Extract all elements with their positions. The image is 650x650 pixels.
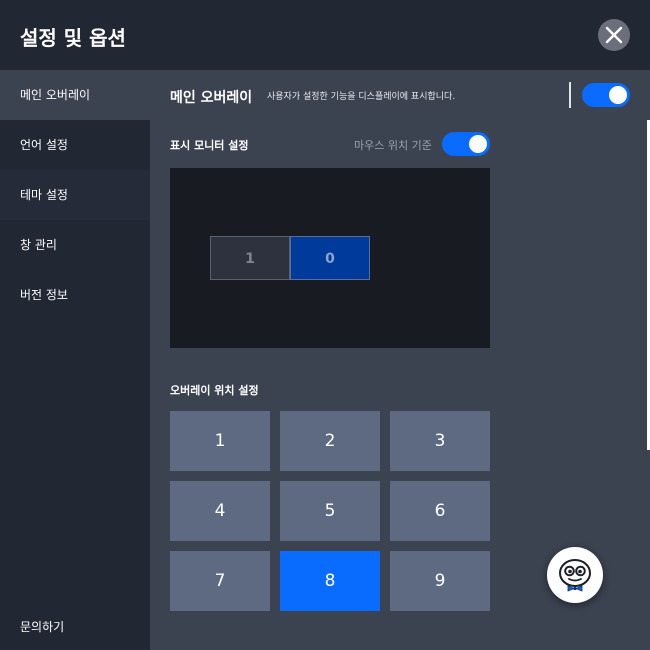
position-button[interactable]: 9 <box>390 551 490 611</box>
sidebar-item-main-overlay[interactable]: 메인 오버레이 <box>0 70 150 120</box>
toggle-knob <box>609 86 627 104</box>
monitor-preview: 1 0 <box>170 168 490 348</box>
monitor-section-label: 표시 모니터 설정 <box>170 139 249 152</box>
position-button[interactable]: 3 <box>390 411 490 471</box>
sidebar-item-contact[interactable]: 문의하기 <box>20 618 64 635</box>
overlay-position-label: 오버레이 위치 설정 <box>170 384 259 397</box>
divider <box>569 82 571 108</box>
monitor-screen-selected[interactable]: 0 <box>290 236 370 280</box>
position-button[interactable]: 1 <box>170 411 270 471</box>
sidebar: 메인 오버레이 언어 설정 테마 설정 창 관리 버전 정보 문의하기 <box>0 70 150 650</box>
page-title: 메인 오버레이 <box>170 90 253 106</box>
assistant-button[interactable] <box>547 547 603 603</box>
title-bar: 설정 및 옵션 <box>0 0 650 70</box>
position-button[interactable]: 5 <box>280 481 380 541</box>
sidebar-item-version[interactable]: 버전 정보 <box>0 270 150 320</box>
page-description: 사용자가 설정한 기능을 디스플레이에 표시합니다. <box>267 92 456 102</box>
position-button-selected[interactable]: 8 <box>280 551 380 611</box>
sidebar-item-window[interactable]: 창 관리 <box>0 220 150 270</box>
position-button[interactable]: 2 <box>280 411 380 471</box>
toggle-knob <box>469 135 487 153</box>
close-icon <box>605 26 623 44</box>
mouse-position-toggle[interactable] <box>442 132 490 156</box>
sidebar-item-theme[interactable]: 테마 설정 <box>0 170 150 220</box>
close-button[interactable] <box>598 19 630 51</box>
position-button[interactable]: 6 <box>390 481 490 541</box>
monitor-screen[interactable]: 1 <box>210 236 290 280</box>
mouse-position-label: 마우스 위치 기준 <box>354 139 432 152</box>
window-title: 설정 및 옵션 <box>20 26 126 50</box>
sidebar-item-language[interactable]: 언어 설정 <box>0 120 150 170</box>
mascot-icon <box>559 559 591 592</box>
position-button[interactable]: 4 <box>170 481 270 541</box>
position-button[interactable]: 7 <box>170 551 270 611</box>
main-overlay-toggle[interactable] <box>582 83 630 107</box>
